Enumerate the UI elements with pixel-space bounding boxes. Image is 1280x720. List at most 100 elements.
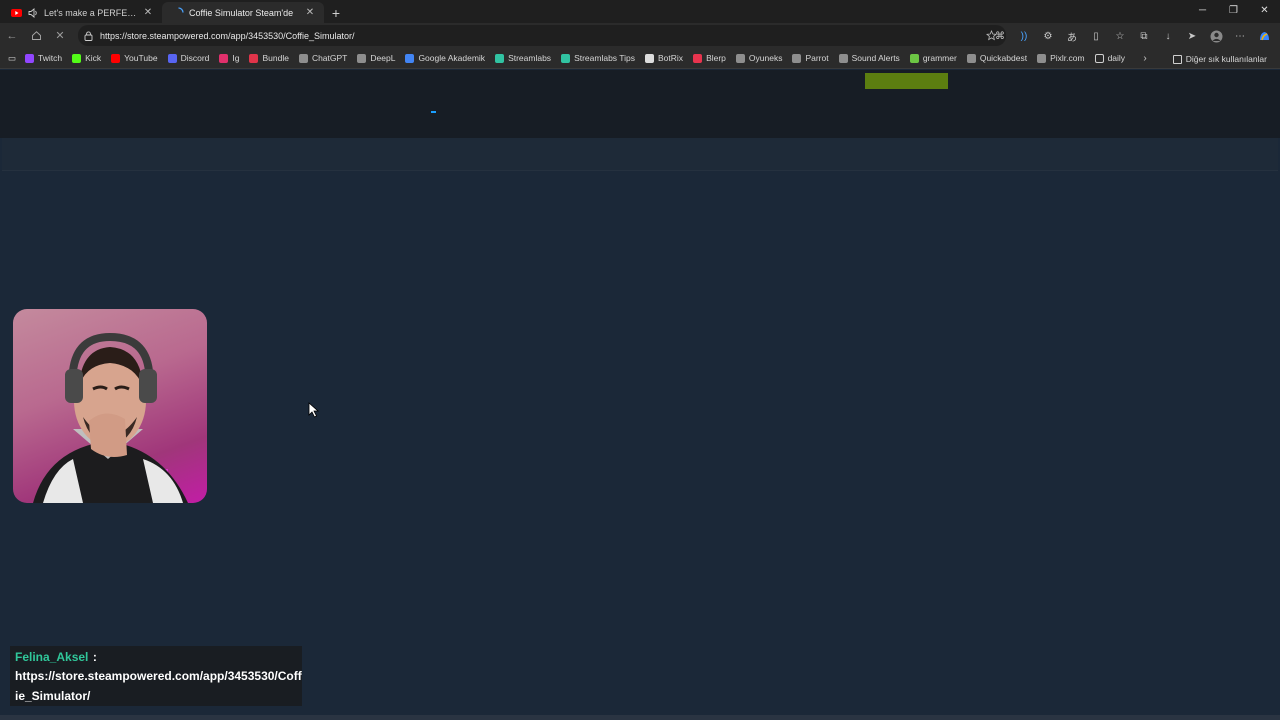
pixlr-icon (1037, 53, 1047, 63)
translate-icon[interactable]: あ (1060, 25, 1084, 47)
more-menu-icon[interactable]: ⋯ (1228, 25, 1252, 47)
bookmark-deepl[interactable]: DeepL (352, 49, 400, 67)
bookmark-chatgpt[interactable]: ChatGPT (294, 49, 352, 67)
close-tab-icon[interactable]: ✕ (304, 7, 316, 18)
other-bookmarks-folder[interactable]: Diğer sık kullanılanlar (1168, 50, 1272, 68)
botrix-icon (645, 53, 655, 63)
new-tab-button[interactable]: + (326, 2, 346, 23)
share-icon[interactable]: ➤ (1180, 25, 1204, 47)
minimize-icon[interactable]: ─ (1187, 0, 1218, 21)
close-tab-icon[interactable]: ✕ (142, 7, 154, 18)
deepl-icon (357, 53, 367, 63)
bookmark-parrot[interactable]: Parrot (787, 49, 833, 67)
url-text: https://store.steampowered.com/app/34535… (100, 30, 355, 41)
window-controls: ─ ❐ ✕ (1187, 0, 1280, 23)
other-bookmarks-label: Diğer sık kullanılanlar (1185, 54, 1267, 64)
tracking-prevention-icon[interactable]: ⌘ (988, 25, 1012, 47)
close-window-icon[interactable]: ✕ (1249, 0, 1280, 21)
bookmark-label: Oyuneks (748, 53, 783, 63)
bookmark-google-akademik[interactable]: Google Akademik (400, 49, 490, 67)
home-icon[interactable] (24, 25, 48, 47)
bookmark-label: YouTube (124, 53, 158, 63)
sound-alerts-icon (838, 53, 848, 63)
oyuneks-icon (735, 53, 745, 63)
store-nav-bar (2, 138, 1278, 171)
bookmark-streamlabs-tips[interactable]: Streamlabs Tips (556, 49, 640, 67)
restore-icon[interactable]: ❐ (1218, 0, 1249, 21)
loading-indicator (431, 111, 436, 113)
bookmark-twitch[interactable]: Twitch (20, 49, 67, 67)
bookmark-bundle[interactable]: Bundle (244, 49, 293, 67)
chat-message-text: https://store.steampowered.com/app/34535… (15, 669, 302, 703)
streamlabs-icon (495, 53, 505, 63)
bookmark-label: Blerp (706, 53, 726, 63)
bookmark-ig[interactable]: Ig (214, 49, 244, 67)
kick-icon (72, 53, 82, 63)
streamer-webcam (13, 309, 207, 503)
bookmark-label: BotRix (658, 53, 684, 63)
speaker-icon[interactable] (27, 7, 39, 19)
bookmark-blerp[interactable]: Blerp (688, 49, 731, 67)
twitch-icon (25, 53, 34, 63)
bookmark-quickabdest[interactable]: Quickabdest (962, 49, 1032, 67)
bookmark-label: DeepL (370, 53, 396, 63)
install-steam-button[interactable] (865, 73, 948, 89)
bookmark-pixlr-com[interactable]: Pixlr.com (1032, 49, 1089, 67)
bookmark-label: Discord (180, 53, 210, 63)
bookmark-label: Pixlr.com (1050, 53, 1085, 63)
bookmark-label: Google Akademik (418, 53, 486, 63)
split-screen-icon[interactable]: ▯ (1084, 25, 1108, 47)
read-aloud-icon[interactable]: )) (1012, 25, 1036, 47)
bookmark-kick[interactable]: Kick (67, 49, 106, 67)
tab-title: Let's make a PERFECT iced m (44, 7, 142, 18)
page-bottom-strip (0, 715, 1280, 720)
toolbar: ⌘ )) ⚙ あ ▯ ☆ ⧉ ↓ ➤ ⋯ (988, 25, 1276, 47)
bookmark-botrix[interactable]: BotRix (640, 49, 688, 67)
tab-steam-store[interactable]: Coffie Simulator Steam'de ✕ (162, 2, 324, 23)
bookmark-label: Streamlabs (508, 53, 552, 63)
bookmarks-bar: ▭ Twitch Kick YouTube Discord Ig Bundle ChatGP… (0, 48, 1280, 69)
address-bar[interactable]: https://store.steampowered.com/app/34535… (78, 25, 1006, 46)
steam-header (0, 70, 1280, 138)
back-arrow-icon[interactable]: ← (0, 25, 24, 47)
parrot-icon (792, 53, 802, 63)
bookmark-streamlabs[interactable]: Streamlabs (490, 49, 556, 67)
bookmark-label: daily (1107, 53, 1126, 63)
instagram-icon (219, 53, 229, 63)
sidebar-toggle-icon[interactable]: ▭ (4, 49, 20, 67)
navigation-bar: ← ✕ https://store.steampowered.com/app/3… (0, 23, 1280, 48)
bookmark-label: Sound Alerts (851, 53, 900, 63)
scholar-icon (405, 53, 415, 63)
bookmark-youtube[interactable]: YouTube (106, 49, 162, 67)
bookmark-label: Kick (85, 53, 102, 63)
tab-strip: Let's make a PERFECT iced m ✕ Coffie Sim… (0, 0, 1280, 23)
tab-youtube-video[interactable]: Let's make a PERFECT iced m ✕ (0, 2, 162, 23)
stop-loading-icon[interactable]: ✕ (48, 25, 72, 47)
mouse-cursor-icon (308, 402, 320, 418)
tab-title: Coffie Simulator Steam'de (189, 7, 294, 18)
extensions-icon[interactable]: ⚙ (1036, 25, 1060, 47)
bookmark-label: grammer (922, 53, 957, 63)
bookmark-discord[interactable]: Discord (163, 49, 215, 67)
profile-avatar-icon[interactable] (1204, 25, 1228, 47)
streamlabs-icon (561, 53, 571, 63)
bookmark-grammer[interactable]: grammer (905, 49, 962, 67)
chatgpt-icon (298, 53, 308, 63)
download-icon[interactable]: ↓ (1156, 25, 1180, 47)
youtube-icon (10, 7, 22, 19)
bookmark-sound-alerts[interactable]: Sound Alerts (834, 49, 905, 67)
favorites-icon[interactable]: ☆ (1108, 25, 1132, 47)
copilot-icon[interactable] (1252, 25, 1276, 47)
bookmark-daily[interactable]: daily (1090, 49, 1130, 67)
loading-spinner-icon (172, 7, 184, 19)
collections-icon[interactable]: ⧉ (1132, 25, 1156, 47)
bookmark-label: Parrot (805, 53, 829, 63)
site-info-icon[interactable] (82, 30, 94, 42)
quickabdest-icon (966, 53, 976, 63)
folder-icon (1094, 53, 1104, 63)
chevron-right-icon[interactable]: › (1136, 53, 1154, 64)
bookmark-label: Ig (232, 53, 240, 63)
bookmark-label: Quickabdest (979, 53, 1028, 63)
bookmark-oyuneks[interactable]: Oyuneks (731, 49, 788, 67)
discord-icon (167, 53, 177, 63)
